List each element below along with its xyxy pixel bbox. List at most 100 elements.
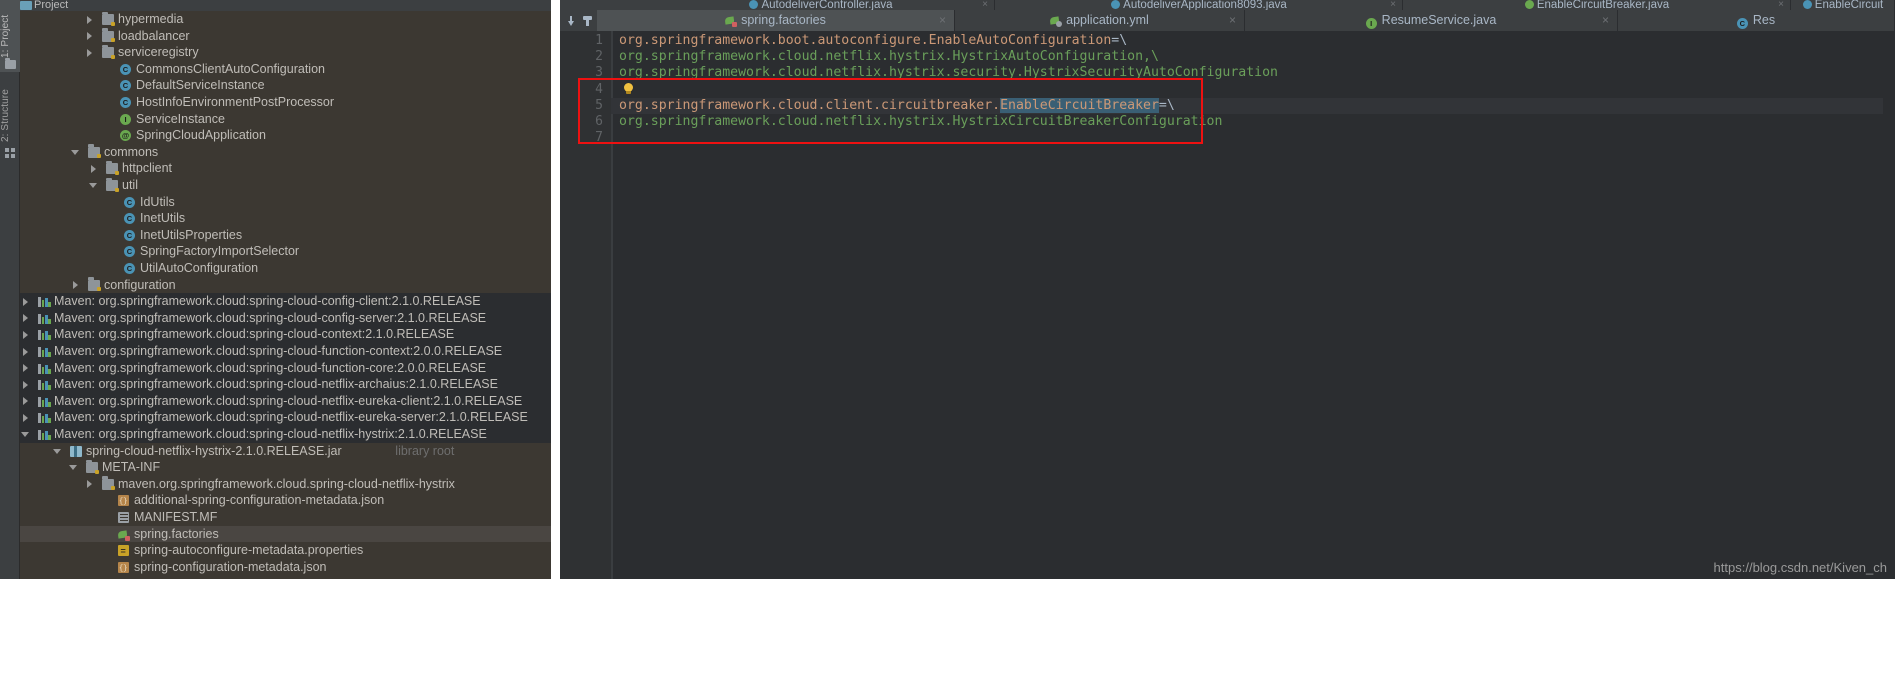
chevron-down-icon[interactable] [69,463,78,472]
cls-icon [749,0,759,9]
code-line[interactable]: org.springframework.cloud.client.circuit… [611,97,1895,114]
tree-node-folder[interactable]: META-INF [20,459,551,476]
chevron-right-icon[interactable] [21,330,30,339]
editor-tab[interactable]: spring.factories × [597,10,955,33]
editor-tab[interactable]: I ResumeService.java × [1245,10,1618,31]
close-icon[interactable]: × [1229,10,1236,31]
chevron-down-icon[interactable] [53,447,62,456]
editor-tab-upper[interactable]: EnableCircuit [1792,0,1895,10]
tree-node-file[interactable]: spring.factories [20,525,551,543]
close-icon[interactable]: × [1778,0,1784,10]
chevron-right-icon[interactable] [71,281,80,290]
tree-node-library[interactable]: Maven: org.springframework.cloud:spring-… [20,392,551,410]
tree-node-library[interactable]: Maven: org.springframework.cloud:spring-… [20,409,551,426]
tree-node-file[interactable]: spring-autoconfigure-metadata.properties [20,542,551,559]
chevron-right-icon[interactable] [85,480,94,489]
editor-gutter[interactable]: 1234567 [560,31,611,579]
line-number: 6 [595,114,603,129]
tree-node-label: serviceregistry [118,45,199,60]
tree-node-library[interactable]: Maven: org.springframework.cloud:spring-… [20,343,551,360]
code-token: EnableAutoConfiguration [928,33,1112,48]
tree-node-file[interactable]: MANIFEST.MF [20,509,551,526]
editor-tab-upper[interactable]: EnableCircuitBreaker.java × [1404,0,1791,10]
code-line[interactable] [611,130,1895,146]
tree-node-class[interactable]: C InetUtils [20,210,551,227]
tree-node-library[interactable]: Maven: org.springframework.cloud:spring-… [20,359,551,377]
lightbulb-intention-icon[interactable] [623,82,634,96]
editor-tab[interactable]: application.yml × [955,10,1245,31]
project-tree[interactable]: hypermedia loadbalancer serviceregistry C Co… [20,11,551,579]
tree-node-folder[interactable]: util [20,177,551,194]
chevron-down-icon[interactable] [71,148,80,157]
code-line[interactable]: org.springframework.cloud.netflix.hystri… [611,65,1895,81]
chevron-right-icon[interactable] [21,297,30,306]
tree-node-file[interactable]: additional-spring-configuration-metadata… [20,492,551,509]
tree-node-folder[interactable]: httpclient [20,160,551,177]
tree-node-folder[interactable]: configuration [20,277,551,294]
close-icon[interactable]: × [982,0,988,10]
tree-node-sublabel: library root [395,443,455,458]
chevron-right-icon[interactable] [21,413,30,422]
code-line[interactable] [611,82,1895,98]
code-line[interactable]: org.springframework.cloud.netflix.hystri… [611,114,1895,130]
tree-node-library[interactable]: Maven: org.springframework.cloud:spring-… [20,309,551,327]
editor-tab-upper[interactable]: AutodeliverController.java × [648,0,995,10]
editor-scrollbar[interactable] [1883,31,1895,579]
tree-node-class[interactable]: C HostInfoEnvironmentPostProcessor [20,94,551,111]
editor-tab[interactable]: C Res [1618,10,1895,31]
code-editor[interactable]: org.springframework.boot.autoconfigure.E… [611,31,1895,579]
chevron-down-icon[interactable] [568,16,578,26]
page-bottom-area: https://blog.csdn.net/Kiven_ch [0,560,1895,695]
code-line[interactable]: org.springframework.cloud.netflix.hystri… [611,49,1895,65]
tree-node-label: META-INF [102,460,161,475]
chevron-right-icon[interactable] [85,15,94,24]
close-icon[interactable]: × [1602,10,1609,31]
editor-tab-upper[interactable]: AutodeliverApplication8093.java × [996,0,1403,10]
tree-node-library[interactable]: Maven: org.springframework.cloud:spring-… [20,326,551,343]
tool-button-structure[interactable]: 2: Structure [0,80,20,142]
tree-node-class[interactable]: C SpringFactoryImportSelector [20,243,551,260]
tree-node-label: CommonsClientAutoConfiguration [136,61,325,76]
chevron-right-icon[interactable] [85,48,94,57]
tree-node-label: Maven: org.springframework.cloud:spring-… [54,310,487,325]
cls-icon: C [1736,18,1748,29]
chevron-down-icon[interactable] [21,430,30,439]
close-icon[interactable]: × [939,10,946,31]
tree-node-class[interactable]: C InetUtilsProperties [20,227,551,244]
tree-node-class[interactable]: C UtilAutoConfiguration [20,260,551,277]
chevron-right-icon[interactable] [21,397,30,406]
tree-node-library[interactable]: Maven: org.springframework.cloud:spring-… [20,426,551,443]
tool-button-project[interactable]: 1: Project [0,2,20,58]
tree-node-class[interactable]: C CommonsClientAutoConfiguration [20,61,551,78]
chevron-right-icon[interactable] [21,380,30,389]
chevron-right-icon[interactable] [21,347,30,356]
editor-tab-row-upper[interactable]: AutodeliverController.java × AutodeliverAp… [560,0,1895,10]
chevron-right-icon[interactable] [85,32,94,41]
chevron-right-icon[interactable] [21,314,30,323]
code-line[interactable]: org.springframework.boot.autoconfigure.E… [611,33,1895,49]
pin-icon[interactable] [583,16,593,26]
chevron-down-icon[interactable] [89,181,98,190]
tree-node-class[interactable]: C IdUtils [20,194,551,211]
line-number: 4 [595,81,603,97]
tree-node-annotation[interactable]: @ SpringCloudApplication [20,127,551,144]
tree-node-folder[interactable]: serviceregistry [20,44,551,61]
tree-node-folder[interactable]: hypermedia [20,11,551,28]
tree-node-jar[interactable]: spring-cloud-netflix-hystrix-2.1.0.RELEA… [20,443,551,460]
tree-node-library[interactable]: Maven: org.springframework.cloud:spring-… [20,376,551,393]
tree-node-folder[interactable]: loadbalancer [20,28,551,45]
tree-node-library[interactable]: Maven: org.springframework.cloud:spring-… [20,293,551,310]
tree-node-file[interactable]: spring-configuration-metadata.json [20,559,551,575]
close-icon[interactable]: × [1390,0,1396,10]
tree-node-interface[interactable]: I ServiceInstance [20,111,551,128]
editor-tab-label: Res [1752,13,1776,27]
chevron-right-icon[interactable] [89,164,98,173]
editor-tab-row[interactable]: spring.factories × application.yml × I Resume… [597,10,1895,33]
maven-icon [38,329,51,341]
folder-icon [106,160,119,175]
tree-node-class[interactable]: C DefaultServiceInstance [20,77,551,94]
folder-icon [106,177,119,192]
chevron-right-icon[interactable] [21,364,30,373]
tree-node-folder[interactable]: maven.org.springframework.cloud.spring-c… [20,476,551,493]
tree-node-folder[interactable]: commons [20,144,551,161]
